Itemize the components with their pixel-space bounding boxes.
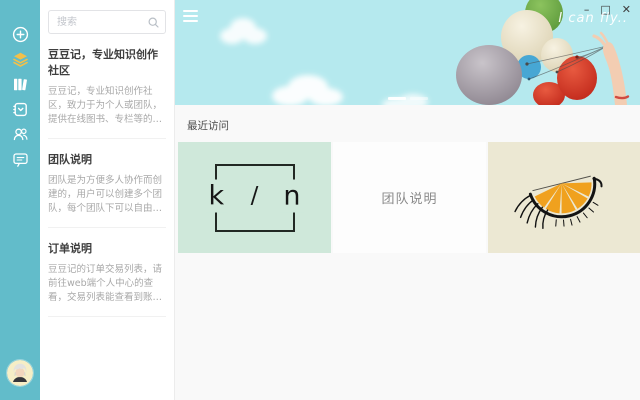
close-button[interactable]: ✕	[622, 3, 631, 17]
sidebar-item-feedback[interactable]	[11, 151, 29, 168]
plus-circle-icon	[12, 26, 29, 43]
kn-logo-letter-n: n	[280, 179, 303, 212]
main-content: – □ ✕ I can fly.. 最近访问 k / n 团队说明	[175, 0, 640, 400]
help-panel: 豆豆记，专业知识创作社区 豆豆记，专业知识创作社区，致力于为个人或团队，提供在线…	[40, 0, 175, 400]
help-item-body: 豆豆记的订单交易列表，请前往web端个人中心的查看，交易列表能查看到账户当前的余…	[48, 263, 166, 305]
chat-bubble-icon	[12, 151, 29, 168]
app-window: 豆豆记，专业知识创作社区 豆豆记，专业知识创作社区，致力于为个人或团队，提供在线…	[0, 0, 640, 400]
help-item-title: 豆豆记，专业知识创作社区	[48, 46, 166, 78]
recent-visits-label: 最近访问	[187, 118, 640, 133]
sidebar-item-layers[interactable]	[11, 51, 29, 68]
card-title: 团队说明	[381, 188, 437, 207]
help-item-body: 豆豆记，专业知识创作社区，致力于为个人或团队，提供在线图书、专栏等的知识管理及创…	[48, 85, 166, 127]
help-item-orders[interactable]: 订单说明 豆豆记的订单交易列表，请前往web端个人中心的查看，交易列表能查看到账…	[48, 228, 166, 317]
search-box[interactable]	[48, 10, 166, 34]
recent-card-team[interactable]: 团队说明	[333, 142, 486, 253]
banner-carousel[interactable]: – □ ✕ I can fly..	[175, 0, 640, 105]
sidebar-item-add[interactable]	[11, 26, 29, 43]
orange-slice-logo	[510, 157, 620, 239]
maximize-button[interactable]: □	[600, 3, 610, 17]
carousel-indicators	[388, 97, 428, 100]
help-item-title: 订单说明	[48, 240, 166, 256]
sidebar-item-notebook[interactable]	[11, 101, 29, 118]
help-item-body: 团队是为方便多人协作而创建的，用户可以创建多个团队，每个团队下可以自由添加图书、…	[48, 174, 166, 216]
recent-card-orange[interactable]	[488, 142, 640, 253]
carousel-dot-1[interactable]	[388, 97, 406, 100]
recent-cards-row: k / n 团队说明	[178, 142, 640, 253]
help-item-team[interactable]: 团队说明 团队是为方便多人协作而创建的，用户可以创建多个团队，每个团队下可以自由…	[48, 139, 166, 228]
balloons-illustration	[175, 0, 640, 105]
people-icon	[12, 126, 29, 143]
carousel-dot-2[interactable]	[410, 97, 428, 100]
user-avatar[interactable]	[7, 360, 33, 386]
notebook-icon	[12, 101, 29, 118]
sidebar-item-books[interactable]	[11, 76, 29, 93]
kn-logo-letter-k: k	[206, 179, 228, 212]
window-controls: – □ ✕	[584, 3, 631, 17]
sidebar-item-team[interactable]	[11, 126, 29, 143]
kn-logo-slash: /	[246, 181, 264, 210]
help-item-intro[interactable]: 豆豆记，专业知识创作社区 豆豆记，专业知识创作社区，致力于为个人或团队，提供在线…	[48, 34, 166, 139]
search-input[interactable]	[55, 16, 148, 29]
search-icon[interactable]	[148, 17, 159, 28]
minimize-button[interactable]: –	[584, 3, 590, 17]
sidebar	[0, 0, 40, 400]
menu-icon[interactable]	[183, 10, 198, 22]
layers-icon	[12, 51, 29, 68]
kn-logo: k / n	[215, 164, 295, 232]
books-icon	[12, 76, 29, 93]
avatar-image	[7, 360, 33, 386]
help-item-title: 团队说明	[48, 151, 166, 167]
recent-card-kn-book[interactable]: k / n	[178, 142, 331, 253]
